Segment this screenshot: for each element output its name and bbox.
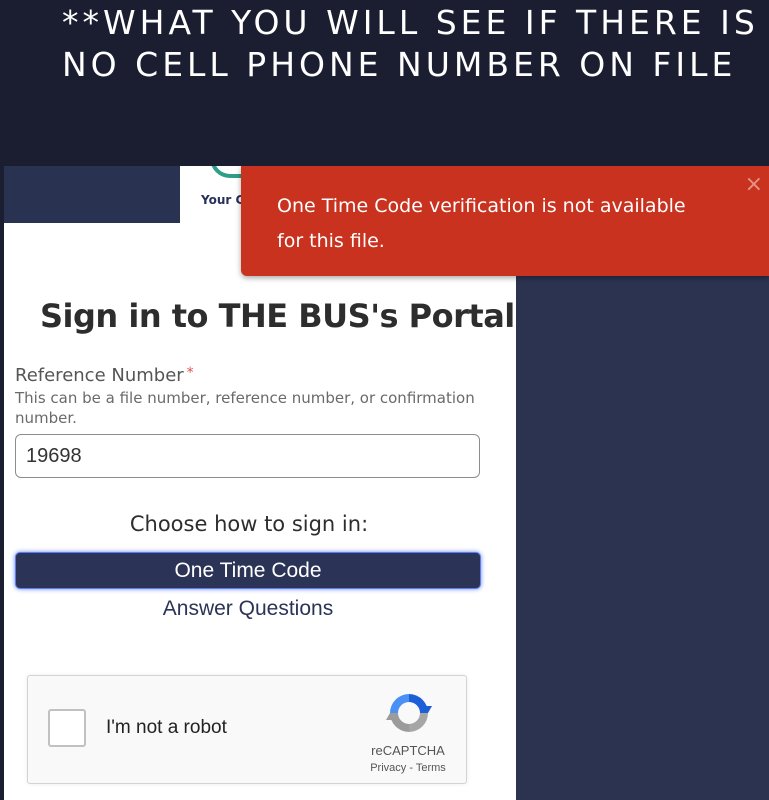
terms-link[interactable]: Terms <box>416 762 446 774</box>
links-separator: - <box>406 762 416 774</box>
toast-message: One Time Code verification is not availa… <box>277 195 686 252</box>
recaptcha-label: I'm not a robot <box>106 717 227 738</box>
required-asterisk: * <box>186 365 194 381</box>
logo-text: Your C <box>201 193 245 207</box>
choose-signin-label: Choose how to sign in: <box>129 512 369 536</box>
page-title: Sign in to THE BUS's Portal <box>40 297 515 335</box>
header-bar <box>4 166 180 223</box>
recaptcha-checkbox[interactable] <box>48 709 86 747</box>
recaptcha-links: Privacy - Terms <box>348 762 468 774</box>
close-icon[interactable]: × <box>745 174 763 196</box>
reference-number-label-text: Reference Number <box>15 365 184 386</box>
slide-title: **WHAT YOU WILL SEE IF THERE IS NO CELL … <box>62 3 759 84</box>
reference-number-label: Reference Number * <box>15 365 194 386</box>
one-time-code-button[interactable]: One Time Code <box>15 552 481 589</box>
reference-number-help: This can be a file number, reference num… <box>15 389 475 427</box>
reference-number-input[interactable] <box>15 434 480 478</box>
privacy-link[interactable]: Privacy <box>370 762 406 774</box>
logo-swoosh-icon <box>210 166 242 178</box>
error-toast: One Time Code verification is not availa… <box>241 166 769 276</box>
portal-screenshot: Your C Sign in to THE BUS's Portal Refer… <box>4 166 769 800</box>
recaptcha-brand: reCAPTCHA <box>371 743 445 758</box>
answer-questions-button[interactable]: Answer Questions <box>15 594 481 624</box>
recaptcha-icon <box>386 694 432 732</box>
recaptcha-widget: I'm not a robot reCAPTCHA Privacy - Term… <box>27 675 467 784</box>
